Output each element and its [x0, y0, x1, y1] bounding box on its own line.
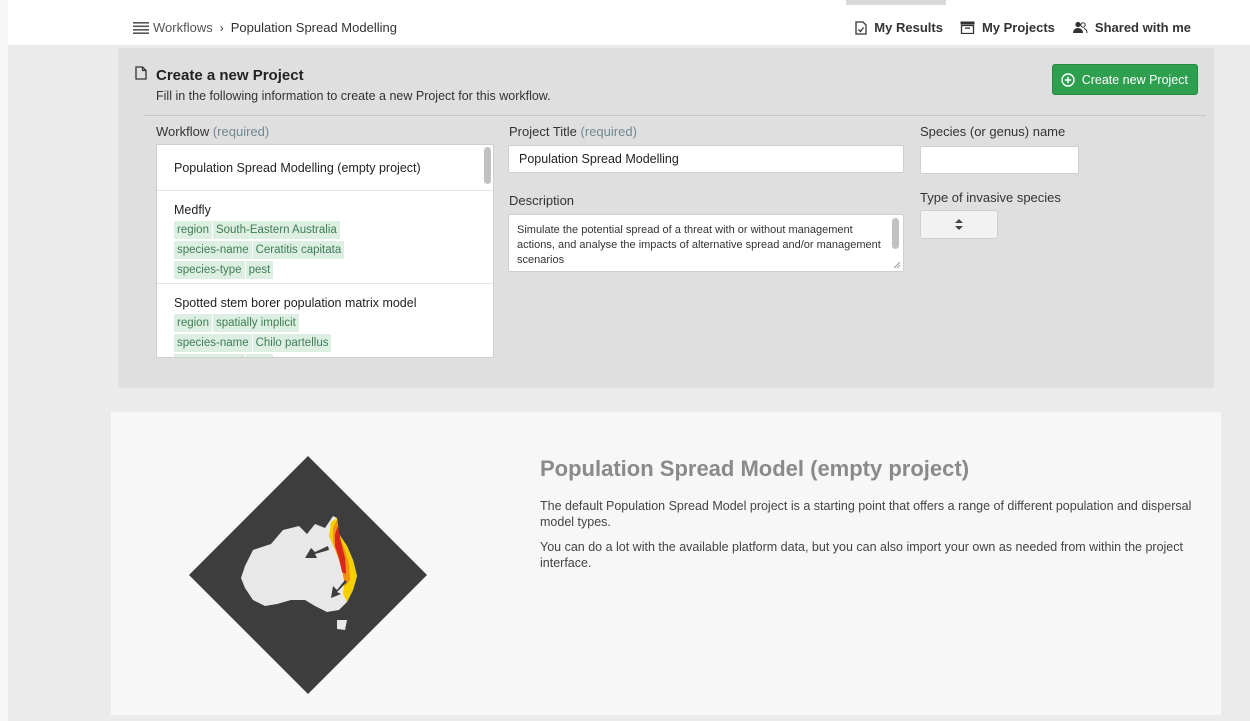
tag-key: species-type — [174, 354, 245, 357]
tag-key: region — [174, 314, 212, 332]
tag-key: species-type — [174, 261, 245, 279]
create-button-label: Create new Project — [1081, 72, 1188, 87]
tag-value: pest — [245, 261, 274, 279]
resize-grip-icon[interactable] — [893, 261, 901, 269]
invasive-type-select[interactable] — [920, 210, 998, 239]
description-text: Simulate the potential spread of a threa… — [517, 224, 881, 266]
description-scrollbar[interactable] — [892, 218, 899, 249]
info-title: Population Spread Model (empty project) — [540, 456, 970, 481]
tag-row: species-type pest — [174, 354, 476, 357]
plus-circle-icon — [1060, 72, 1075, 87]
top-tab-indicator — [846, 0, 946, 5]
tag-key: species-name — [174, 241, 252, 259]
workflow-option-name: Medfly — [174, 203, 211, 217]
my-projects-label: My Projects — [981, 20, 1055, 35]
description-textarea[interactable]: Simulate the potential spread of a threa… — [508, 214, 904, 272]
document-icon — [135, 66, 147, 85]
select-arrows-icon — [955, 219, 963, 230]
tag-key: species-name — [174, 334, 252, 352]
shared-users-icon — [1072, 21, 1088, 34]
australia-map-icon — [187, 454, 429, 701]
tag-value: Chilo partellus — [252, 334, 332, 352]
project-title-label: Project Title (required) — [509, 124, 637, 139]
tag-row: region spatially implicit — [174, 314, 476, 332]
archive-box-icon — [960, 21, 975, 34]
species-name-input[interactable] — [920, 146, 1079, 174]
description-label: Description — [509, 193, 575, 208]
project-title-label-text: Project Title — [509, 124, 577, 139]
workflow-option[interactable]: Population Spread Modelling (empty proje… — [157, 145, 493, 191]
panel-title: Create a new Project — [156, 67, 304, 84]
tag-row: region South-Eastern Australia — [174, 221, 476, 239]
tag-value: pest — [245, 354, 274, 357]
panel-subtitle: Fill in the following information to cre… — [156, 89, 551, 103]
panel-divider — [144, 115, 1206, 116]
workflow-label: Workflow (required) — [156, 124, 269, 139]
results-doc-icon — [855, 20, 867, 35]
tag-row: species-name Chilo partellus — [174, 334, 476, 352]
breadcrumb-workflows-link[interactable]: Workflows — [153, 20, 213, 35]
workflow-info-card: Population Spread Model (empty project) … — [111, 412, 1221, 715]
breadcrumb: Workflows › Population Spread Modelling — [133, 20, 397, 35]
page-left-strip — [0, 0, 8, 721]
info-paragraph-2: You can do a lot with the available plat… — [540, 540, 1183, 570]
workflow-list[interactable]: Population Spread Modelling (empty proje… — [156, 144, 494, 358]
chevron-right-icon: › — [219, 20, 224, 35]
invasive-type-label: Type of invasive species — [920, 190, 1061, 205]
tag-value: South-Eastern Australia — [212, 221, 340, 239]
shared-with-me-label: Shared with me — [1094, 20, 1191, 35]
my-results-label: My Results — [874, 20, 943, 35]
tag-row: species-type pest — [174, 261, 476, 279]
tag-key: region — [174, 221, 212, 239]
my-projects-link[interactable]: My Projects — [960, 20, 1055, 35]
workflow-option[interactable]: Medfly region South-Eastern Australia sp… — [157, 191, 493, 284]
workflow-required-note: (required) — [212, 124, 270, 139]
workflow-list-scrollbar[interactable] — [484, 147, 491, 184]
tag-row: species-name Ceratitis capitata — [174, 241, 476, 259]
project-title-input[interactable]: Population Spread Modelling — [508, 145, 904, 173]
project-title-required-note: (required) — [580, 124, 637, 139]
workflow-option[interactable]: Spotted stem borer population matrix mod… — [157, 284, 493, 357]
top-navigation: My Results My Projects Shared with me — [838, 20, 1191, 35]
menu-icon[interactable] — [133, 21, 149, 34]
tag-value: spatially implicit — [212, 314, 299, 332]
workflow-label-text: Workflow — [156, 124, 210, 139]
tag-value: Ceratitis capitata — [252, 241, 345, 259]
workflow-option-name: Spotted stem borer population matrix mod… — [174, 296, 417, 310]
create-project-panel: Create a new Project Fill in the followi… — [118, 48, 1214, 388]
create-new-project-button[interactable]: Create new Project — [1051, 64, 1198, 95]
workflow-option-name: Population Spread Modelling (empty proje… — [174, 160, 421, 175]
breadcrumb-current: Population Spread Modelling — [230, 20, 397, 35]
species-name-label: Species (or genus) name — [920, 124, 1066, 139]
info-paragraph-1: The default Population Spread Model proj… — [540, 499, 1192, 529]
my-results-link[interactable]: My Results — [855, 20, 943, 35]
shared-with-me-link[interactable]: Shared with me — [1072, 20, 1191, 35]
